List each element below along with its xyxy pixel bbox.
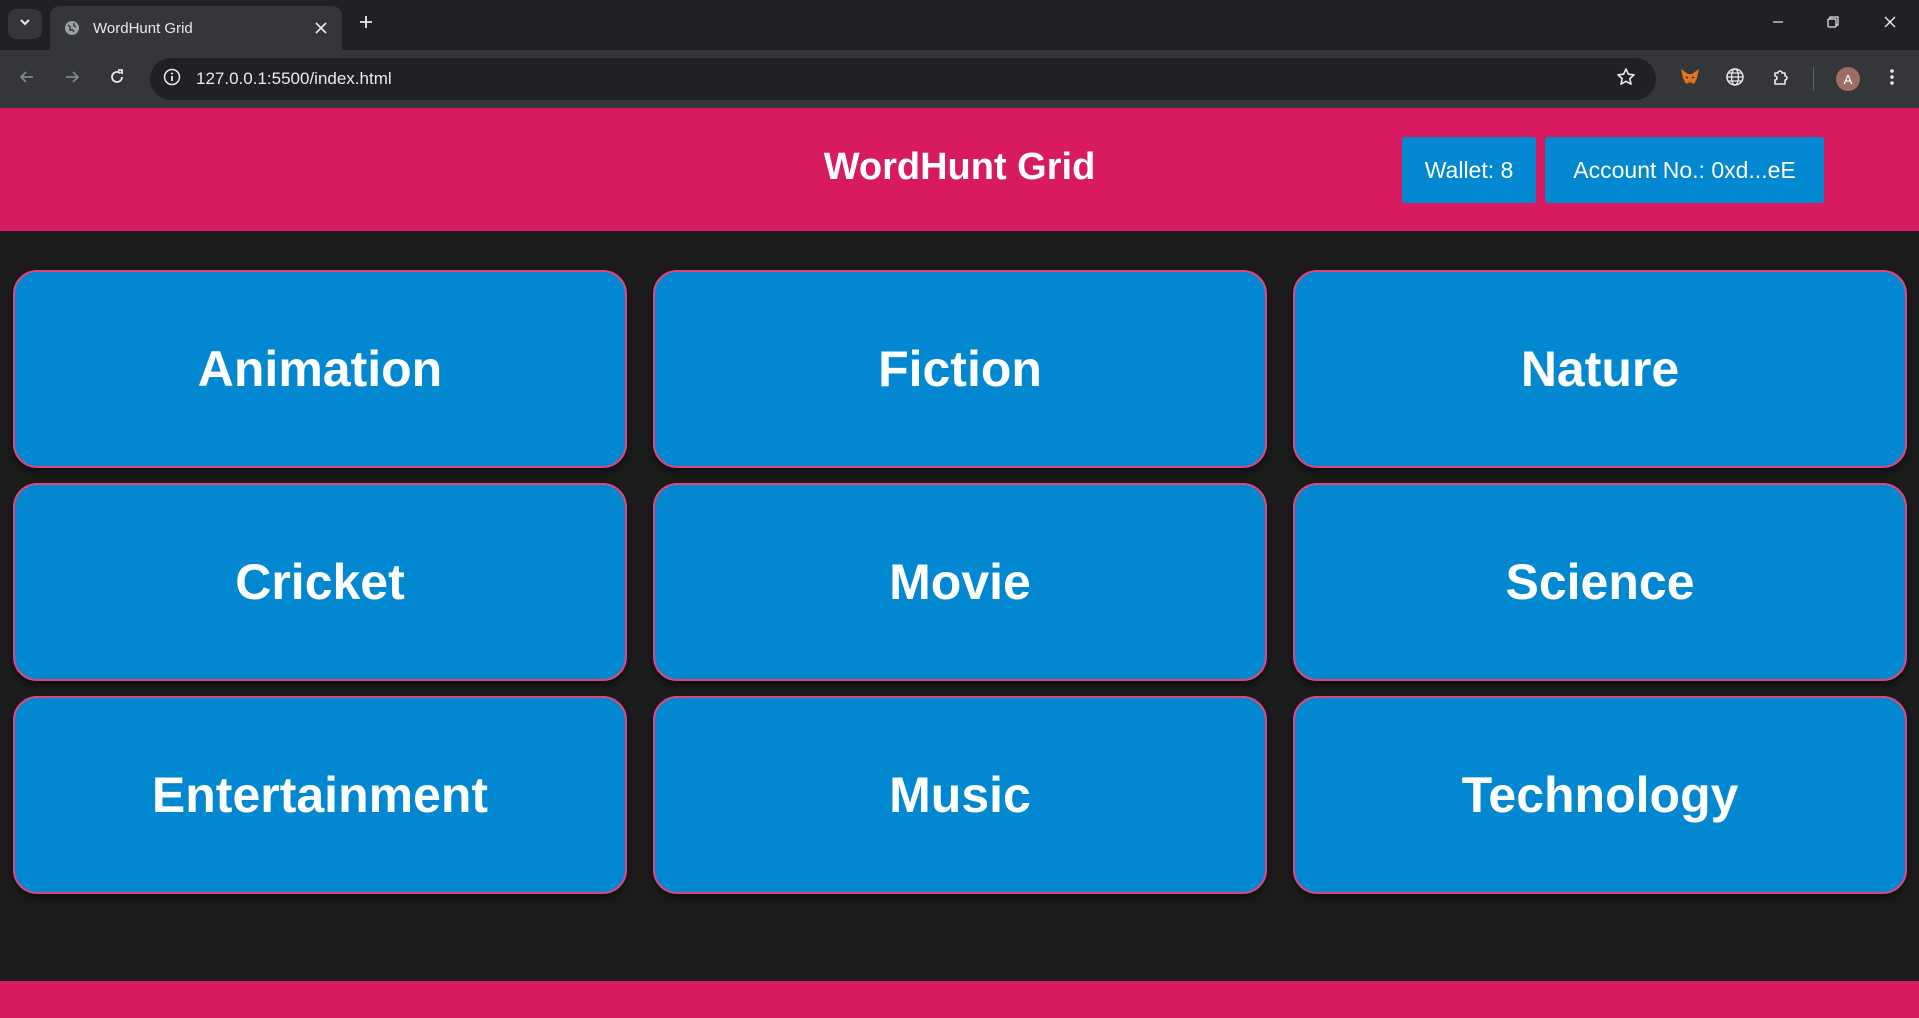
category-card-technology[interactable]: Technology [1293, 696, 1907, 894]
category-card-music[interactable]: Music [653, 696, 1267, 894]
plus-icon [358, 14, 374, 35]
star-icon [1616, 67, 1636, 92]
arrow-right-icon [63, 68, 81, 91]
category-card-science[interactable]: Science [1293, 483, 1907, 681]
reload-icon [108, 68, 126, 91]
close-window-button[interactable] [1868, 6, 1912, 42]
toolbar-divider [1813, 67, 1814, 91]
minimize-icon [1771, 15, 1785, 34]
extensions-button[interactable] [1767, 65, 1795, 93]
globe-icon [1725, 67, 1745, 92]
page-header: WordHunt Grid Wallet: 8 Account No.: 0xd… [0, 108, 1919, 231]
more-vertical-icon [1889, 67, 1895, 92]
profile-avatar[interactable]: A [1836, 67, 1860, 91]
fox-icon [1679, 66, 1701, 93]
back-button[interactable] [12, 64, 42, 94]
info-icon [163, 68, 181, 91]
browser-toolbar: 127.0.0.1:5500/index.html A [0, 50, 1919, 108]
url-text: 127.0.0.1:5500/index.html [196, 69, 392, 88]
browser-menu-button[interactable] [1878, 65, 1906, 93]
tab-search-button[interactable] [8, 9, 42, 39]
page-footer [0, 981, 1919, 1018]
address-bar[interactable]: 127.0.0.1:5500/index.html [150, 58, 1656, 100]
close-tab-icon[interactable] [312, 19, 330, 37]
browser-titlebar: WordHunt Grid [0, 0, 1919, 50]
restore-icon [1826, 15, 1840, 34]
category-card-nature[interactable]: Nature [1293, 270, 1907, 468]
category-card-movie[interactable]: Movie [653, 483, 1267, 681]
translate-extension-button[interactable] [1721, 65, 1749, 93]
browser-tab[interactable]: WordHunt Grid [50, 6, 342, 50]
metamask-extension-button[interactable] [1676, 65, 1704, 93]
minimize-button[interactable] [1756, 6, 1800, 42]
globe-icon [64, 20, 80, 36]
category-card-entertainment[interactable]: Entertainment [13, 696, 627, 894]
category-card-cricket[interactable]: Cricket [13, 483, 627, 681]
site-info-button[interactable] [158, 65, 186, 93]
arrow-left-icon [18, 68, 36, 91]
tab-title: WordHunt Grid [93, 19, 193, 37]
bookmark-button[interactable] [1614, 67, 1638, 91]
puzzle-icon [1771, 67, 1791, 92]
chevron-down-icon [18, 15, 32, 34]
account-button[interactable]: Account No.: 0xd...eE [1545, 137, 1824, 203]
wallet-button[interactable]: Wallet: 8 [1402, 137, 1536, 203]
category-card-animation[interactable]: Animation [13, 270, 627, 468]
new-tab-button[interactable] [354, 12, 378, 36]
reload-button[interactable] [102, 64, 132, 94]
forward-button[interactable] [57, 64, 87, 94]
restore-button[interactable] [1811, 6, 1855, 42]
close-icon [1883, 15, 1897, 34]
category-card-fiction[interactable]: Fiction [653, 270, 1267, 468]
